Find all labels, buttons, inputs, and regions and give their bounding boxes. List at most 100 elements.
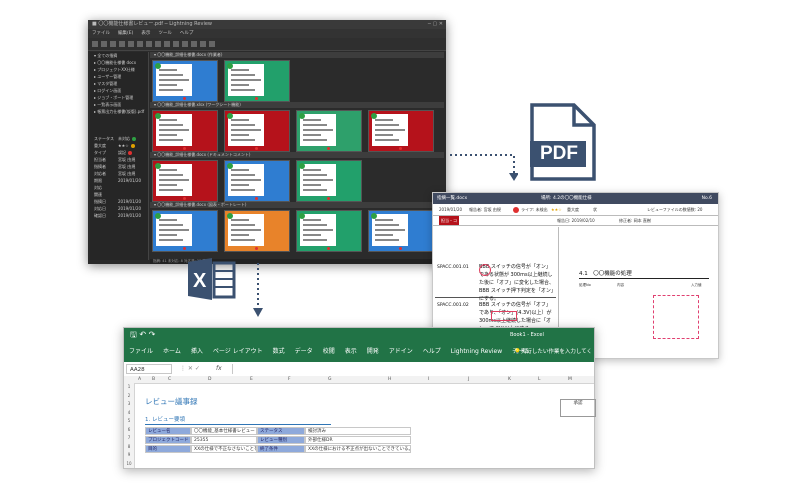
- row-header[interactable]: 6: [124, 427, 134, 432]
- column-header[interactable]: B: [152, 376, 155, 383]
- page-thumbnail[interactable]: [152, 60, 218, 102]
- page-thumbnail[interactable]: [368, 110, 434, 152]
- column-header[interactable]: E: [250, 376, 253, 383]
- toolbar-icon[interactable]: [137, 41, 143, 47]
- column-header[interactable]: L: [538, 376, 541, 383]
- ribbon-tab[interactable]: 開発: [362, 342, 384, 362]
- ribbon-tab[interactable]: 数式: [268, 342, 290, 362]
- toolbar-icon[interactable]: [209, 41, 215, 47]
- column-header[interactable]: F: [288, 376, 291, 383]
- formula-cancel-confirm[interactable]: ⋮ ✕ ✓: [180, 364, 200, 374]
- toolbar-icon[interactable]: [155, 41, 161, 47]
- row-header[interactable]: 2: [124, 393, 134, 398]
- toolbar-icon[interactable]: [200, 41, 206, 47]
- tree-item[interactable]: ▸ 〇〇機能仕様書 docx: [90, 59, 148, 66]
- table-value-cell[interactable]: 25355: [191, 436, 257, 444]
- row-header[interactable]: 4: [124, 410, 134, 415]
- table-header-cell[interactable]: レビュー種別: [257, 436, 305, 444]
- column-header[interactable]: A: [138, 376, 141, 383]
- toolbar-icon[interactable]: [119, 41, 125, 47]
- ribbon-tab[interactable]: ホーム: [158, 342, 186, 362]
- row-header[interactable]: 5: [124, 418, 134, 423]
- toolbar-icon[interactable]: [191, 41, 197, 47]
- toolbar-icon[interactable]: [101, 41, 107, 47]
- name-box[interactable]: AA28: [126, 364, 172, 374]
- tree-item[interactable]: ▸ 一覧表示画面: [90, 101, 148, 108]
- table-value-cell[interactable]: XXの仕様における不正点が出ないことできている。: [305, 445, 411, 453]
- quick-access-icons[interactable]: 🖫 ↶ ↷: [130, 328, 155, 342]
- page-thumbnail[interactable]: [224, 160, 290, 202]
- ribbon-tab[interactable]: 校閲: [318, 342, 340, 362]
- row-header[interactable]: 1: [124, 384, 134, 389]
- column-header[interactable]: C: [168, 376, 171, 383]
- column-header[interactable]: J: [468, 376, 469, 383]
- tree-item[interactable]: ▸ ユーザー管理: [90, 73, 148, 80]
- formula-input[interactable]: [232, 364, 589, 374]
- page-thumbnail[interactable]: [296, 210, 362, 252]
- toolbar-icon[interactable]: [146, 41, 152, 47]
- page-thumbnail[interactable]: [224, 110, 290, 152]
- table-value-cell[interactable]: 検討済み: [305, 427, 411, 435]
- page-thumbnail[interactable]: [296, 110, 362, 152]
- page-thumbnail[interactable]: [368, 210, 434, 252]
- column-header[interactable]: K: [508, 376, 511, 383]
- ribbon-tab[interactable]: ページ レイアウト: [208, 342, 268, 362]
- ribbon-tab[interactable]: ヘルプ: [418, 342, 446, 362]
- table-value-cell[interactable]: 外部仕様DR: [305, 436, 411, 444]
- ribbon-tab[interactable]: アドイン: [384, 342, 418, 362]
- ribbon-tab[interactable]: 表示: [340, 342, 362, 362]
- column-header[interactable]: I: [428, 376, 429, 383]
- group-header[interactable]: ▾ 〇〇機能_詳細仕様書.xlsx (ワークシート機能): [150, 102, 444, 108]
- page-thumbnail[interactable]: [224, 210, 290, 252]
- tree-item[interactable]: ▸ ログイン画面: [90, 87, 148, 94]
- menu-item-4[interactable]: ヘルプ: [176, 31, 198, 36]
- table-header-cell[interactable]: 終了条件: [257, 445, 305, 453]
- ribbon-tab[interactable]: ファイル: [124, 342, 158, 362]
- group-header[interactable]: ▾ 〇〇機能_詳細仕様書.docx (作業者): [150, 52, 444, 58]
- table-header-cell[interactable]: ステータス: [257, 427, 305, 435]
- column-header[interactable]: G: [328, 376, 332, 383]
- column-header[interactable]: D: [208, 376, 211, 383]
- column-header[interactable]: M: [568, 376, 572, 383]
- group-header[interactable]: ▾ 〇〇機能_詳細仕様書.docx (ドキュメントコメント): [150, 152, 444, 158]
- table-header-cell[interactable]: レビュー名: [145, 427, 191, 435]
- group-header[interactable]: ▾ 〇〇機能_詳細仕様書.docx (図表・ポートレート): [150, 202, 444, 208]
- tree-item[interactable]: ▸ 帳票出力仕様書(仮版).pdf: [90, 108, 148, 115]
- tree-item[interactable]: ▸ ジョブ・ポート管理: [90, 94, 148, 101]
- toolbar-icon[interactable]: [110, 41, 116, 47]
- page-thumbnail[interactable]: [152, 210, 218, 252]
- row-header[interactable]: 9: [124, 452, 134, 457]
- tree-item[interactable]: ▸ マスタ管理: [90, 80, 148, 87]
- page-thumbnail[interactable]: [296, 160, 362, 202]
- row-header[interactable]: 10: [124, 461, 134, 466]
- property-row: 担当者 宮坂 由規: [90, 156, 148, 163]
- toolbar-icon[interactable]: [182, 41, 188, 47]
- menu-item-2[interactable]: 表示: [137, 31, 154, 36]
- toolbar-icon[interactable]: [164, 41, 170, 47]
- ribbon-tab[interactable]: Lightning Review: [446, 342, 507, 362]
- page-thumbnail[interactable]: [224, 60, 290, 102]
- window-controls[interactable]: ─ ▢ ✕: [428, 20, 443, 29]
- toolbar-icon[interactable]: [173, 41, 179, 47]
- table-header-cell[interactable]: プロジェクトコード: [145, 436, 191, 444]
- table-value-cell[interactable]: 〇〇機能_基本仕様書レビュー: [191, 427, 257, 435]
- row-header[interactable]: 7: [124, 435, 134, 440]
- menu-item-3[interactable]: ツール: [154, 31, 176, 36]
- page-preview: [372, 114, 408, 146]
- toolbar-icon[interactable]: [92, 41, 98, 47]
- page-thumbnail[interactable]: [152, 160, 218, 202]
- row-header[interactable]: 3: [124, 401, 134, 406]
- menu-item-1[interactable]: 編集(E): [114, 31, 137, 36]
- row-header[interactable]: 8: [124, 444, 134, 449]
- menu-item-0[interactable]: ファイル: [88, 31, 114, 36]
- column-header[interactable]: H: [388, 376, 391, 383]
- table-value-cell[interactable]: XXの仕様で不正なさないことを出来る。: [191, 445, 257, 453]
- ribbon-tab[interactable]: データ: [290, 342, 318, 362]
- worksheet-grid[interactable]: レビュー議事録 1. レビュー要領 レビュー名 〇〇機能_基本仕様書レビュー ステー…: [135, 383, 596, 468]
- tree-item[interactable]: ▸ プロジェクトXX仕様: [90, 66, 148, 73]
- page-thumbnail[interactable]: [152, 110, 218, 152]
- ribbon-tab[interactable]: 挿入: [186, 342, 208, 362]
- toolbar-icon[interactable]: [128, 41, 134, 47]
- tree-item[interactable]: ▾ 全ての指摘: [90, 52, 148, 59]
- table-header-cell[interactable]: 目的: [145, 445, 191, 453]
